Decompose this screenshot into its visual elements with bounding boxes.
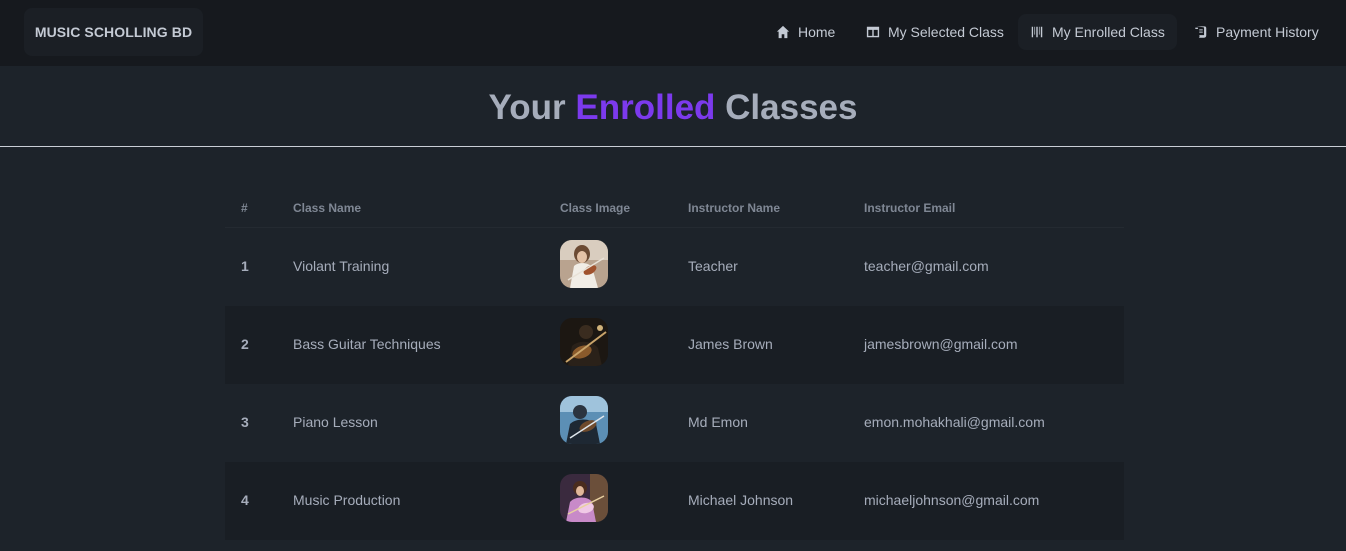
nav-my-selected-class[interactable]: My Selected Class	[854, 14, 1016, 50]
nav-payment-history-label: Payment History	[1216, 24, 1319, 40]
column-header-instructor-name: Instructor Name	[688, 201, 781, 215]
nav-my-enrolled-class-label: My Enrolled Class	[1052, 24, 1165, 40]
nav-my-enrolled-class[interactable]: My Enrolled Class	[1018, 14, 1177, 50]
brand-logo[interactable]: MUSIC SCHOLLING BD	[24, 8, 203, 56]
heading-divider	[0, 146, 1346, 147]
navbar: MUSIC SCHOLLING BD Home My Selected Clas…	[0, 0, 1346, 66]
table-row: 2 Bass Guitar Techniques James Brown jam…	[225, 306, 1124, 384]
nav-home[interactable]: Home	[764, 14, 847, 50]
row-number: 4	[241, 492, 249, 508]
instructor-name: Md Emon	[688, 414, 748, 430]
row-number: 2	[241, 336, 249, 352]
table-row: 3 Piano Lesson Md Emon emon.mohakhali@gm…	[225, 384, 1124, 462]
class-name: Piano Lesson	[293, 414, 378, 430]
instructor-email: michaeljohnson@gmail.com	[864, 492, 1040, 508]
page-title-part1: Your	[488, 88, 566, 127]
instructor-email: teacher@gmail.com	[864, 258, 989, 274]
nav-home-label: Home	[798, 24, 836, 40]
table-row: 1 Violant Training Teacher teacher@gmail…	[225, 228, 1124, 306]
bass-guitar-class-thumbnail	[560, 318, 608, 366]
row-number: 1	[241, 258, 249, 274]
column-header-number: #	[241, 201, 248, 215]
nav-my-selected-class-label: My Selected Class	[888, 24, 1004, 40]
home-icon	[776, 25, 790, 39]
row-number: 3	[241, 414, 249, 430]
class-name: Bass Guitar Techniques	[293, 336, 441, 352]
instructor-name: Teacher	[688, 258, 738, 274]
page-title-accent: Enrolled	[575, 88, 716, 127]
column-header-class-name: Class Name	[293, 201, 362, 215]
nav-payment-history[interactable]: Payment History	[1182, 14, 1331, 50]
page-title: Your Enrolled Classes	[0, 88, 1346, 128]
instructor-email: emon.mohakhali@gmail.com	[864, 414, 1045, 430]
violin-class-thumbnail	[560, 240, 608, 288]
class-name: Violant Training	[293, 258, 390, 274]
columns-icon	[866, 26, 880, 38]
instructor-email: jamesbrown@gmail.com	[864, 336, 1018, 352]
receipt-icon	[1195, 26, 1207, 38]
music-production-class-thumbnail	[560, 474, 608, 522]
instructor-name: Michael Johnson	[688, 492, 794, 508]
instructor-name: James Brown	[688, 336, 773, 352]
table-row: 4 Music Production Michael Johnson micha…	[225, 462, 1124, 540]
class-name: Music Production	[293, 492, 401, 508]
column-header-instructor-email: Instructor Email	[864, 201, 956, 215]
column-header-class-image: Class Image	[560, 201, 631, 215]
enrolled-classes-table: # Class Name Class Image Instructor Name…	[225, 189, 1124, 540]
piano-class-thumbnail	[560, 396, 608, 444]
barcode-icon	[1031, 26, 1043, 38]
page-title-part2: Classes	[725, 88, 858, 127]
table-header: # Class Name Class Image Instructor Name…	[225, 189, 1124, 228]
